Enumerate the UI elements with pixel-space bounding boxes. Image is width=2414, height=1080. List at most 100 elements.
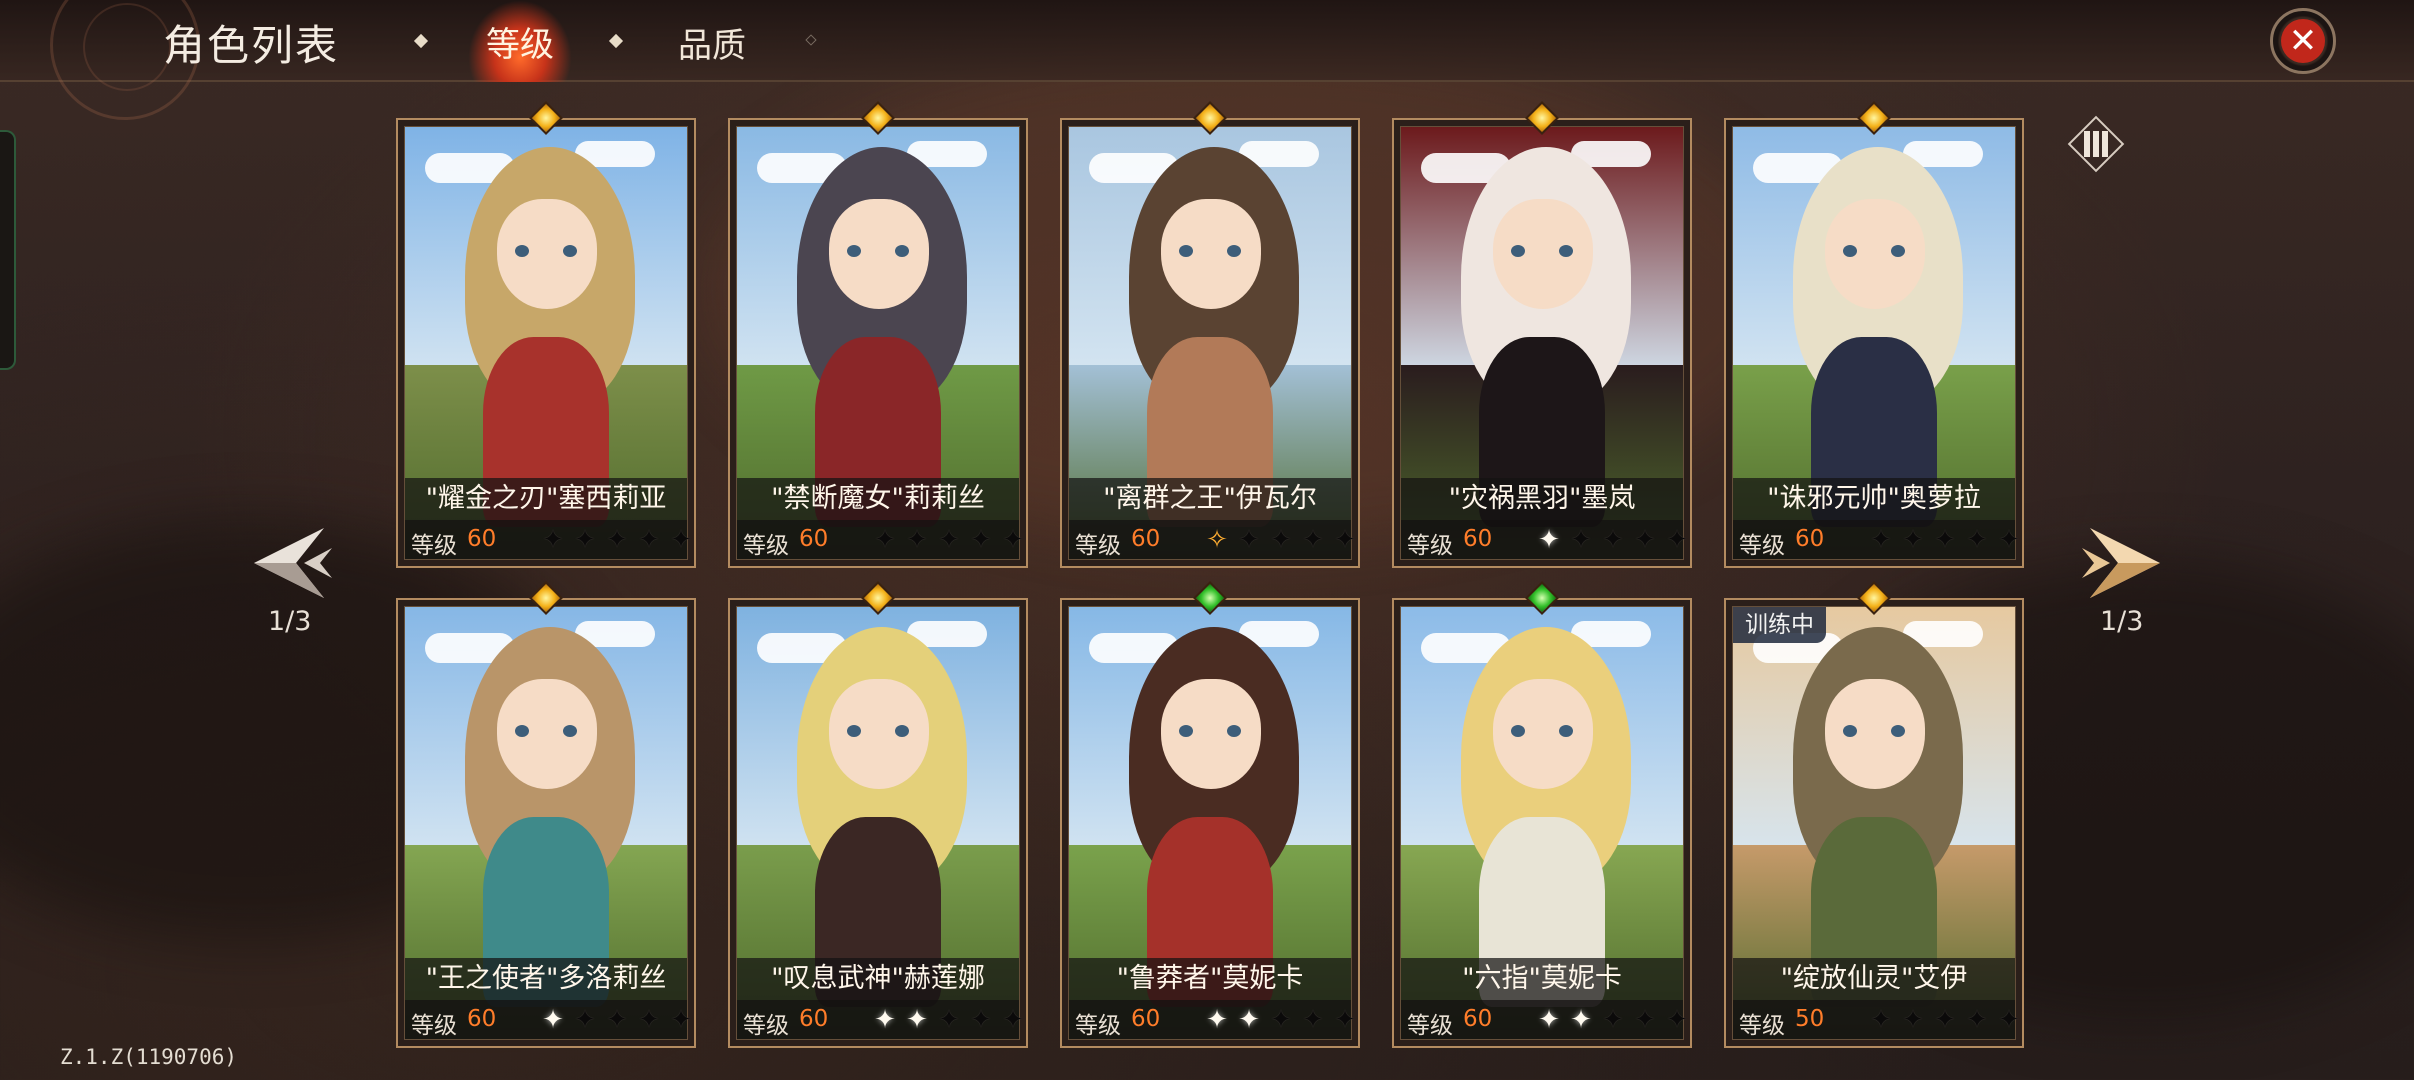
- level-label: 等级: [743, 533, 789, 559]
- character-name: "叹息武神"赫莲娜: [737, 958, 1019, 1000]
- tab-separator-icon: [413, 33, 429, 49]
- star-empty-icon: ✦: [970, 1005, 992, 1035]
- star-rating: ✦ ✦ ✦ ✦ ✦: [871, 1005, 1027, 1035]
- character-card[interactable]: "六指"莫妮卡 等级 60 ✦ ✦ ✦ ✦ ✦: [1392, 581, 1692, 1048]
- star-empty-icon: ✦: [1570, 525, 1592, 555]
- star-empty-icon: ✦: [670, 525, 692, 555]
- character-name: "离群之王"伊瓦尔: [1069, 478, 1351, 520]
- star-filled-icon: ✦: [1538, 525, 1560, 555]
- character-card[interactable]: 训练中 "绽放仙灵"艾伊 等级 50 ✦ ✦ ✦ ✦ ✦: [1724, 581, 2024, 1048]
- tab-quality[interactable]: 品质: [678, 18, 746, 67]
- star-empty-icon: ✦: [1902, 525, 1924, 555]
- star-empty-icon: ✦: [970, 525, 992, 555]
- list-view-toggle-button[interactable]: [2067, 115, 2125, 173]
- level-value: 50: [1795, 1006, 1825, 1032]
- star-empty-icon: ✦: [1870, 525, 1892, 555]
- star-empty-icon: ✦: [1302, 525, 1324, 555]
- level-label: 等级: [1739, 533, 1785, 559]
- character-name: "灾祸黑羽"墨岚: [1401, 478, 1683, 520]
- page-title: 角色列表: [163, 21, 340, 70]
- level-value: 60: [467, 526, 497, 552]
- arrow-left-icon: [254, 528, 332, 598]
- prev-page-button[interactable]: [244, 518, 334, 608]
- star-empty-icon: ✦: [906, 525, 928, 555]
- star-empty-icon: ✦: [574, 525, 596, 555]
- character-card[interactable]: "叹息武神"赫莲娜 等级 60 ✦ ✦ ✦ ✦ ✦: [728, 581, 1028, 1048]
- star-rating: ✦ ✦ ✦ ✦ ✦: [1867, 1005, 2023, 1035]
- level-label: 等级: [1407, 1013, 1453, 1039]
- star-empty-icon: ✦: [1902, 1005, 1924, 1035]
- level-bar: 等级 60 ✧ ✦ ✦ ✦ ✦: [1069, 520, 1356, 559]
- star-filled-icon: ✧: [1206, 525, 1228, 555]
- star-empty-icon: ✦: [1302, 1005, 1324, 1035]
- star-filled-icon: ✦: [1570, 1005, 1592, 1035]
- level-value: 60: [1795, 526, 1825, 552]
- side-drawer-handle[interactable]: [0, 130, 16, 370]
- star-empty-icon: ✦: [1666, 1005, 1688, 1035]
- star-empty-icon: ✦: [1934, 1005, 1956, 1035]
- star-empty-icon: ✦: [1634, 1005, 1656, 1035]
- level-value: 60: [1463, 1006, 1493, 1032]
- level-value: 60: [1131, 1006, 1161, 1032]
- star-empty-icon: ✦: [670, 1005, 692, 1035]
- star-empty-icon: ✦: [606, 1005, 628, 1035]
- level-bar: 等级 60 ✦ ✦ ✦ ✦ ✦: [405, 1000, 692, 1039]
- level-bar: 等级 60 ✦ ✦ ✦ ✦ ✦: [737, 1000, 1024, 1039]
- character-card[interactable]: "耀金之刃"塞西莉亚 等级 60 ✦ ✦ ✦ ✦ ✦: [396, 101, 696, 568]
- level-value: 60: [467, 1006, 497, 1032]
- character-card[interactable]: "王之使者"多洛莉丝 等级 60 ✦ ✦ ✦ ✦ ✦: [396, 581, 696, 1048]
- level-bar: 等级 60 ✦ ✦ ✦ ✦ ✦: [1401, 1000, 1688, 1039]
- character-card[interactable]: "诛邪元帅"奥萝拉 等级 60 ✦ ✦ ✦ ✦ ✦: [1724, 101, 2024, 568]
- level-bar: 等级 60 ✦ ✦ ✦ ✦ ✦: [1401, 520, 1688, 559]
- star-empty-icon: ✦: [1238, 525, 1260, 555]
- next-page-button[interactable]: [2080, 518, 2170, 608]
- tab-level[interactable]: 等级: [468, 0, 572, 82]
- character-card[interactable]: "离群之王"伊瓦尔 等级 60 ✧ ✦ ✦ ✦ ✦: [1060, 101, 1360, 568]
- star-empty-icon: ✦: [574, 1005, 596, 1035]
- close-button[interactable]: ✕: [2270, 8, 2336, 74]
- character-card[interactable]: "鲁莽者"莫妮卡 等级 60 ✦ ✦ ✦ ✦ ✦: [1060, 581, 1360, 1048]
- star-empty-icon: ✦: [1002, 525, 1024, 555]
- level-label: 等级: [1075, 533, 1121, 559]
- list-bars-icon: [2084, 131, 2108, 157]
- level-label: 等级: [1407, 533, 1453, 559]
- character-name: "鲁莽者"莫妮卡: [1069, 958, 1351, 1000]
- level-bar: 等级 60 ✦ ✦ ✦ ✦ ✦: [737, 520, 1024, 559]
- star-empty-icon: ✦: [606, 525, 628, 555]
- star-filled-icon: ✦: [1538, 1005, 1560, 1035]
- level-label: 等级: [1075, 1013, 1121, 1039]
- level-value: 60: [799, 1006, 829, 1032]
- star-empty-icon: ✦: [1934, 525, 1956, 555]
- character-card[interactable]: "禁断魔女"莉莉丝 等级 60 ✦ ✦ ✦ ✦ ✦: [728, 101, 1028, 568]
- level-bar: 等级 50 ✦ ✦ ✦ ✦ ✦: [1733, 1000, 2020, 1039]
- star-empty-icon: ✦: [1634, 525, 1656, 555]
- star-rating: ✦ ✦ ✦ ✦ ✦: [871, 525, 1027, 555]
- level-bar: 等级 60 ✦ ✦ ✦ ✦ ✦: [405, 520, 692, 559]
- level-label: 等级: [1739, 1013, 1785, 1039]
- star-empty-icon: ✦: [1998, 1005, 2020, 1035]
- star-filled-icon: ✦: [1206, 1005, 1228, 1035]
- close-x-icon: ✕: [2281, 19, 2325, 63]
- level-value: 60: [1131, 526, 1161, 552]
- star-filled-icon: ✦: [542, 1005, 564, 1035]
- level-value: 60: [1463, 526, 1493, 552]
- star-rating: ✦ ✦ ✦ ✦ ✦: [1535, 525, 1691, 555]
- star-empty-icon: ✦: [938, 1005, 960, 1035]
- character-name: "诛邪元帅"奥萝拉: [1733, 478, 2015, 520]
- character-name: "王之使者"多洛莉丝: [405, 958, 687, 1000]
- star-empty-icon: ✦: [1334, 1005, 1356, 1035]
- star-empty-icon: ✦: [1002, 1005, 1024, 1035]
- tab-separator-icon: [608, 33, 624, 49]
- tab-separator-icon: [805, 34, 817, 46]
- page-indicator-left: 1/3: [268, 606, 312, 637]
- star-empty-icon: ✦: [1966, 1005, 1988, 1035]
- star-empty-icon: ✦: [1334, 525, 1356, 555]
- character-card[interactable]: "灾祸黑羽"墨岚 等级 60 ✦ ✦ ✦ ✦ ✦: [1392, 101, 1692, 568]
- star-rating: ✦ ✦ ✦ ✦ ✦: [1535, 1005, 1691, 1035]
- training-status-badge: 训练中: [1733, 607, 1826, 643]
- star-empty-icon: ✦: [1270, 525, 1292, 555]
- star-empty-icon: ✦: [1666, 525, 1688, 555]
- star-rating: ✦ ✦ ✦ ✦ ✦: [539, 1005, 695, 1035]
- star-empty-icon: ✦: [874, 525, 896, 555]
- star-empty-icon: ✦: [1602, 525, 1624, 555]
